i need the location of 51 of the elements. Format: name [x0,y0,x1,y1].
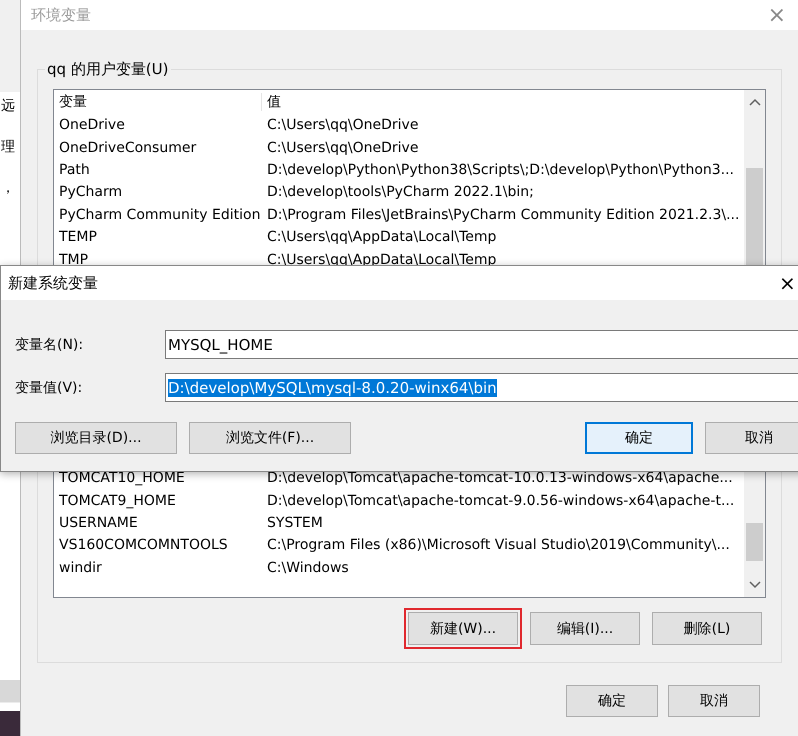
variable-value[interactable]: D:\develop\tools\PyCharm 2022.1\bin; [267,184,534,200]
background-text: ， [1,179,15,198]
variable-value[interactable]: D:\develop\Tomcat\apache-tomcat-10.0.13-windows-x64\apache... [267,470,733,486]
variable-name[interactable]: Path [59,162,267,178]
scroll-down-icon[interactable] [748,581,760,589]
window-title: 环境变量 [31,6,91,24]
scroll-up-icon[interactable] [748,98,760,106]
variable-name[interactable]: TMP [59,252,267,268]
input-field[interactable]: MYSQL_HOME [165,330,798,359]
variable-name[interactable]: PyCharm [59,184,267,200]
variable-name[interactable]: TEMP [59,229,267,246]
background-text: 远 [1,97,15,116]
dialog-title: 新建系统变量 [8,274,98,292]
variable-name[interactable]: USERNAME [59,514,267,531]
variable-name[interactable]: TOMCAT9_HOME [59,492,267,509]
variable-value[interactable]: D:\Program Files\JetBrains\PyCharm Community Edition 2021.2.3\... [267,206,740,223]
background-text: 理 [1,138,15,157]
variable-value[interactable]: C:\Users\qq\OneDrive [267,140,418,156]
dialog-button[interactable]: 取消 [705,422,798,454]
variable-value[interactable]: SYSTEM [267,514,323,531]
taskbar-strip [0,680,20,736]
dialog-button[interactable]: 编辑(I)... [530,612,640,645]
variable-name[interactable]: VS160COMCOMNTOOLS [59,537,267,554]
variable-value[interactable]: C:\Users\qq\AppData\Local\Temp [267,229,496,246]
browse-button[interactable]: 浏览文件(F)... [189,422,351,454]
field-label: 变量值(V): [15,378,84,396]
variable-name[interactable]: OneDriveConsumer [59,140,267,156]
input-field[interactable]: D:\develop\MySQL\mysql-8.0.20-winx64\bin [165,373,798,402]
dialog-button[interactable]: 确定 [566,685,658,717]
group-label: qq 的用户变量(U) [46,60,170,79]
variable-value[interactable]: C:\Program Files (x86)\Microsoft Visual Studio\2019\Community\... [267,537,730,554]
variable-name[interactable]: OneDrive [59,117,267,134]
variable-name[interactable]: PyCharm Community Edition [59,206,267,223]
column-header[interactable]: 值 [261,93,281,111]
variable-name[interactable]: windir [59,560,267,576]
variable-name[interactable]: TOMCAT10_HOME [59,470,267,486]
variable-value[interactable]: C:\Users\qq\AppData\Local\Temp [267,252,496,268]
close-button[interactable]: × [756,2,798,28]
dialog-button[interactable]: 删除(L) [652,612,762,645]
field-label: 变量名(N): [15,336,84,354]
dialog-button[interactable]: 新建(W)... [408,612,518,645]
dialog-button[interactable]: 确定 [585,422,693,454]
variable-value[interactable]: C:\Windows [267,560,349,576]
scroll-thumb[interactable] [746,523,763,561]
variable-value[interactable]: D:\develop\Python\Python38\Scripts\;D:\develop\Python\Python3... [267,162,734,178]
variable-value[interactable]: D:\develop\Tomcat\apache-tomcat-9.0.56-windows-x64\apache-t... [267,492,734,509]
scroll-thumb[interactable] [746,168,763,268]
close-button[interactable]: × [779,271,798,295]
browse-button[interactable]: 浏览目录(D)... [15,422,177,454]
dialog-button[interactable]: 取消 [668,685,760,717]
variable-value[interactable]: C:\Users\qq\OneDrive [267,117,418,134]
